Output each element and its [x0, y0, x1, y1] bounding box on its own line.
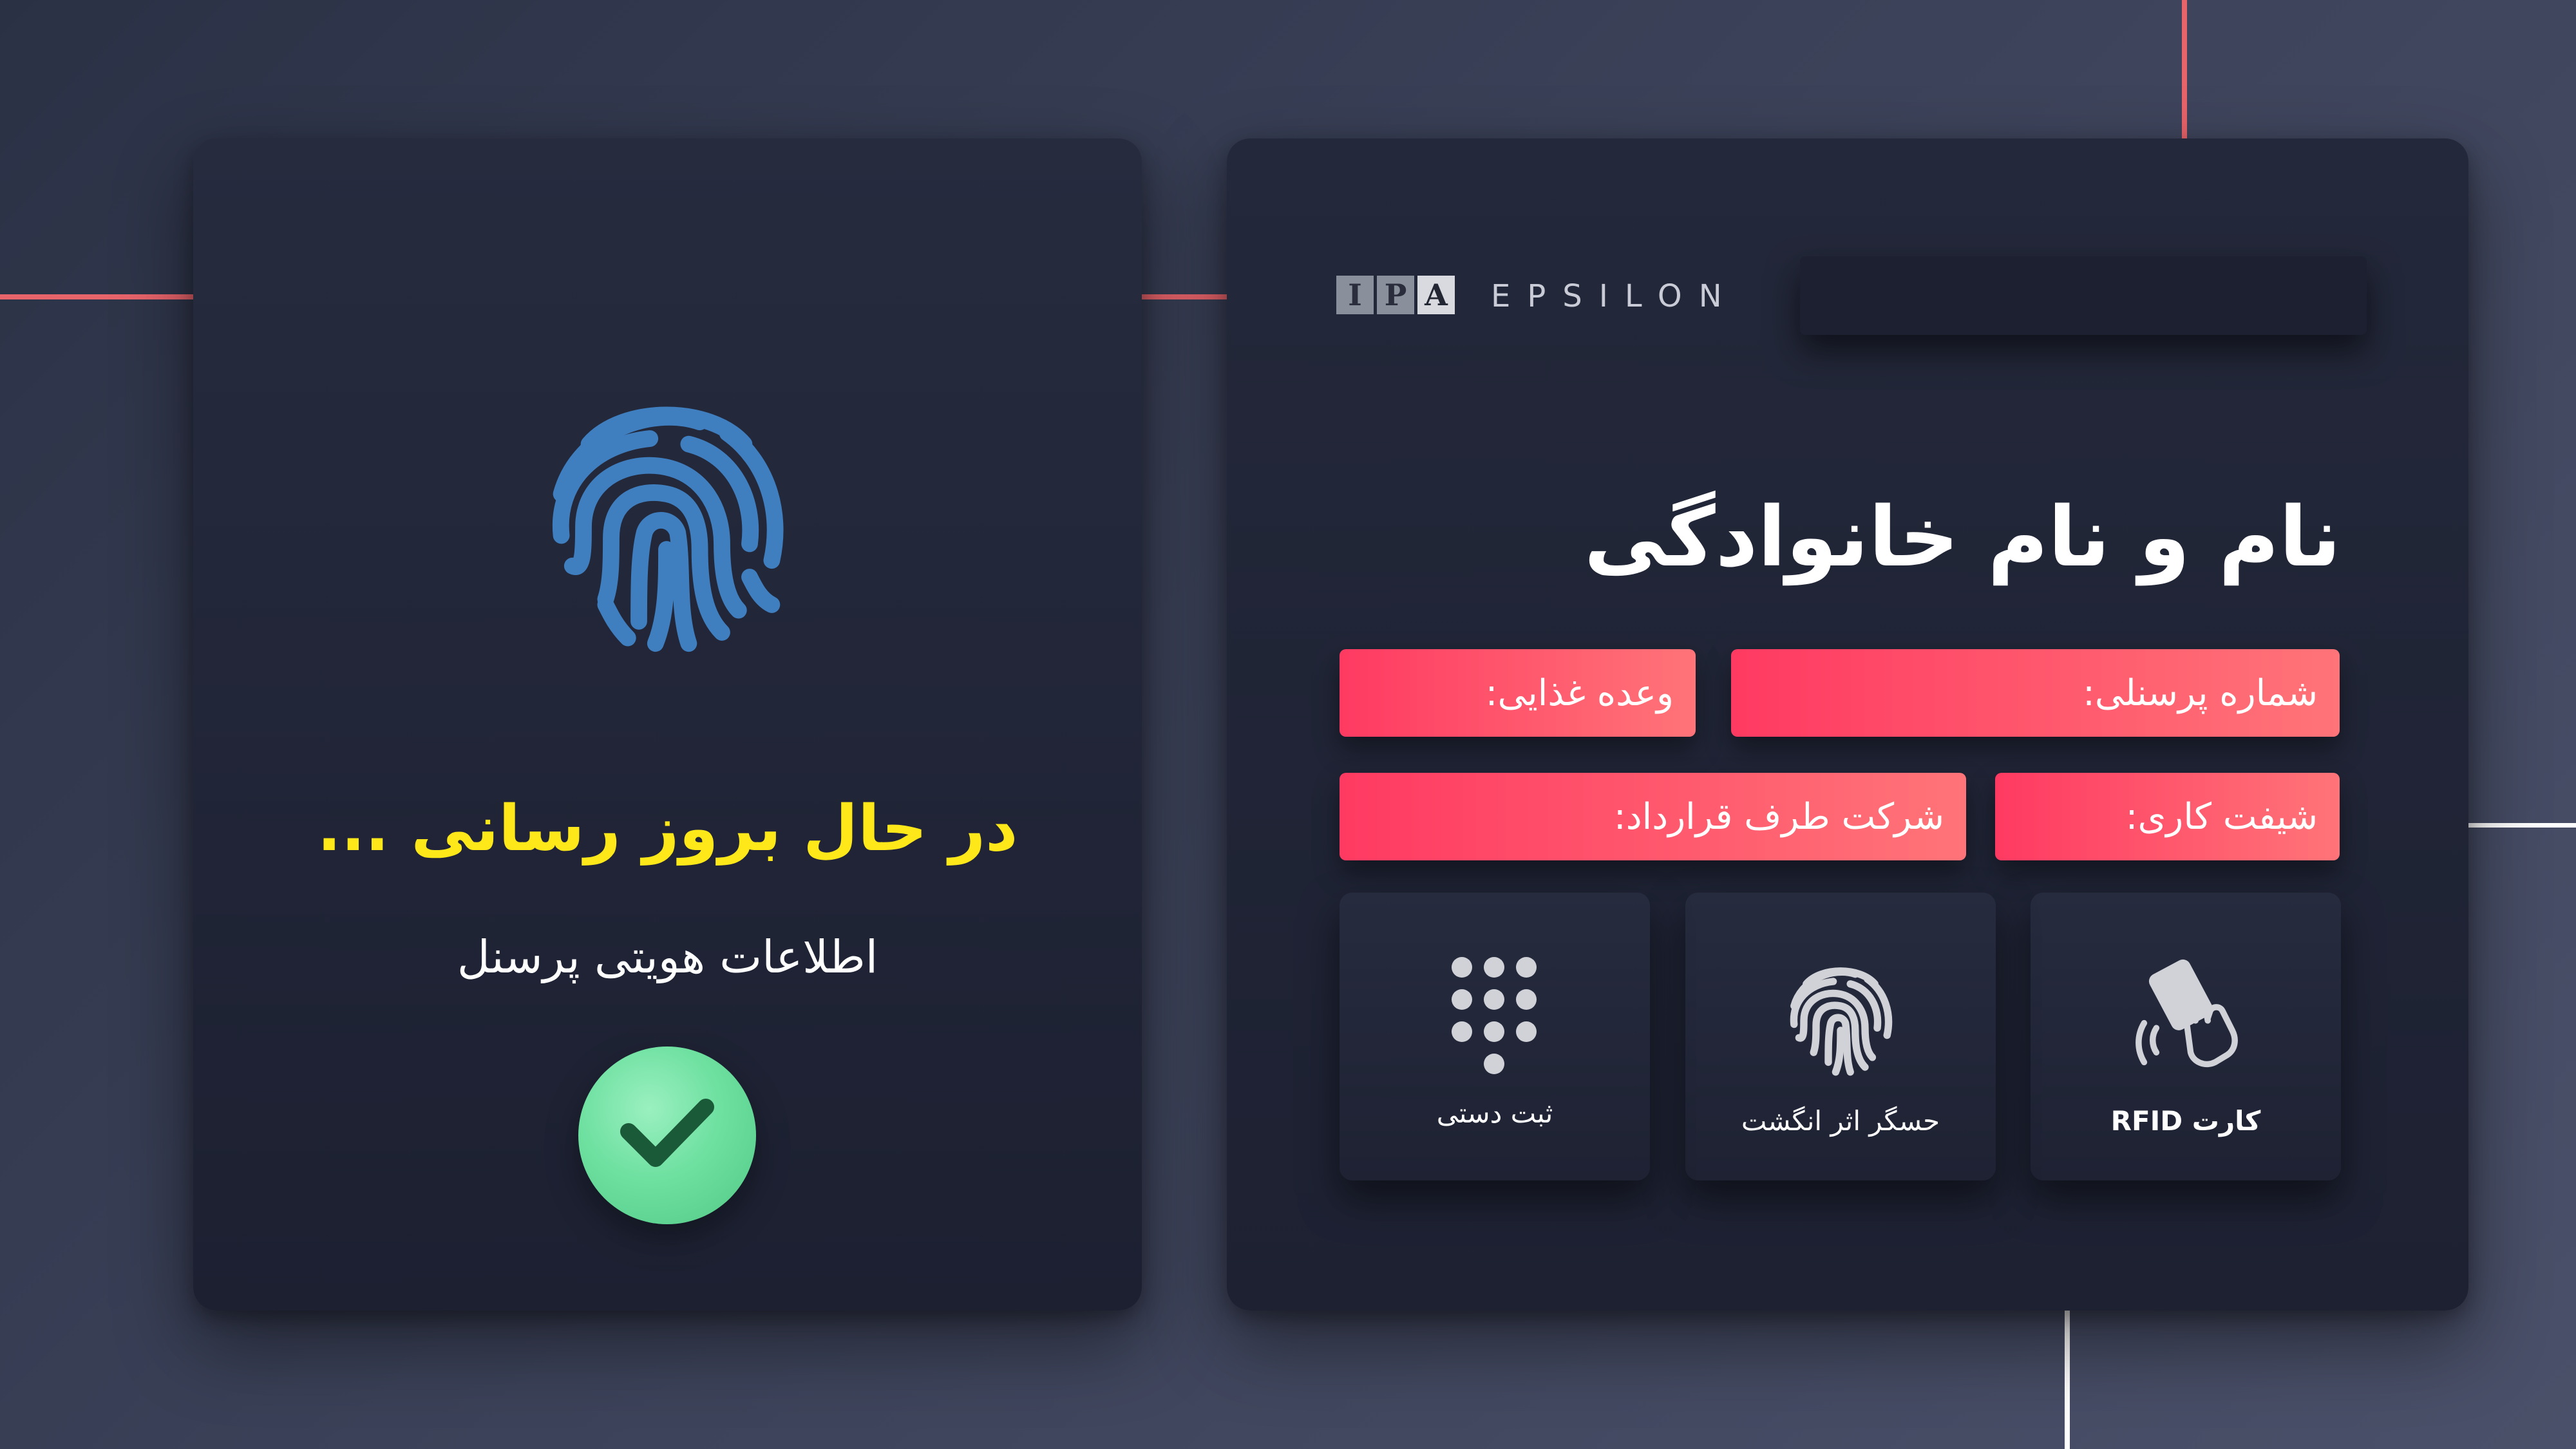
check-icon	[620, 1099, 714, 1167]
keypad-icon	[1452, 957, 1537, 1074]
shift-label: شیفت کاری:	[2125, 795, 2318, 838]
personnel-number-field: شماره پرسنلی:	[1731, 649, 2340, 737]
method-tile-manual[interactable]: ثبت دستی	[1340, 893, 1650, 1180]
brand-name: EPSILON	[1491, 278, 1739, 314]
status-title: در حال بروز رسانی ...	[317, 792, 1018, 866]
logo-letter-i: I	[1336, 276, 1374, 314]
personnel-number-label: شماره پرسنلی:	[2083, 672, 2318, 714]
rfid-card-icon	[2136, 959, 2238, 1068]
decor-line-white-bottom	[2065, 1311, 2070, 1449]
logo-letter-p: P	[1377, 276, 1414, 314]
logo-letter-a: A	[1417, 276, 1455, 314]
method-label-rfid: کارت RFID	[2110, 1105, 2261, 1137]
fingerprint-icon	[552, 406, 784, 652]
decor-line-white-right	[2468, 823, 2576, 828]
method-tile-rfid[interactable]: کارت RFID	[2031, 893, 2341, 1180]
decor-line-red-top	[2182, 0, 2187, 138]
fingerprint-icon	[1790, 967, 1893, 1076]
company-label: شرکت طرف قرارداد:	[1613, 795, 1944, 838]
status-subtitle: اطلاعات هویتی پرسنل	[457, 931, 878, 983]
ipa-logo: I P A	[1336, 276, 1458, 314]
shift-field: شیفت کاری:	[1995, 773, 2340, 860]
decor-line-red-left	[0, 294, 200, 299]
method-label-fingerprint: حسگر اثر انگشت	[1741, 1105, 1940, 1137]
method-tile-fingerprint[interactable]: حسگر اثر انگشت	[1685, 893, 1996, 1180]
success-check-badge	[578, 1046, 756, 1224]
meal-field: وعده غذایی:	[1340, 649, 1696, 737]
employee-name-title: نام و نام خانوادگی	[1584, 489, 2341, 585]
meal-label: وعده غذایی:	[1485, 672, 1674, 714]
company-field: شرکت طرف قرارداد:	[1340, 773, 1966, 860]
header-dark-bar	[1800, 256, 2367, 335]
method-label-manual: ثبت دستی	[1436, 1097, 1553, 1129]
decor-line-red-mid	[1142, 294, 1229, 299]
